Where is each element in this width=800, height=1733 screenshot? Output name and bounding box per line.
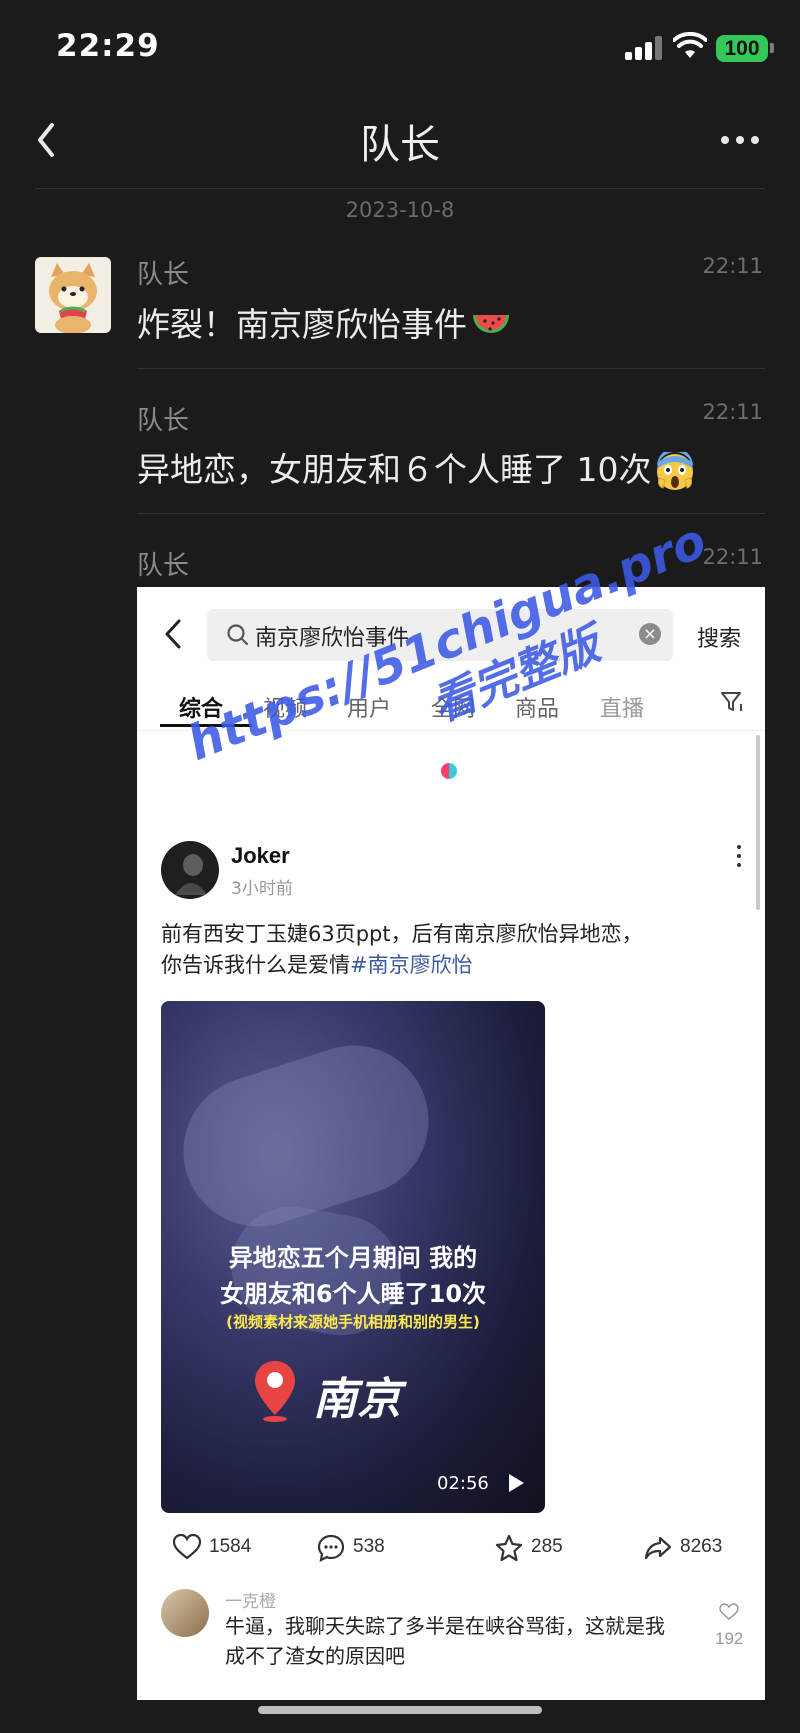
- more-options-icon[interactable]: [715, 130, 765, 150]
- chat-title: 队长: [360, 122, 440, 168]
- commenter-avatar: [161, 1589, 209, 1637]
- header-divider: [35, 188, 765, 189]
- message-text[interactable]: 异地恋，女朋友和６个人睡了 10次: [137, 443, 695, 492]
- message-time: 22:11: [702, 254, 763, 278]
- message-sender: 队长: [137, 551, 190, 581]
- message-text[interactable]: 炸裂！南京廖欣怡事件: [137, 298, 511, 346]
- comment-like-count: 192: [715, 1629, 744, 1648]
- filter-icon: [721, 692, 742, 711]
- tab-live: 直播: [600, 697, 645, 722]
- active-tab-underline: [160, 724, 252, 727]
- search-icon: [227, 624, 249, 646]
- comment-heart-icon: [719, 1603, 739, 1620]
- video-duration: 02:56: [437, 1473, 489, 1494]
- status-bar: 22:29 100: [0, 0, 800, 100]
- video-caption-note: (视频素材来源她手机相册和别的男生): [226, 1313, 480, 1331]
- shiba-avatar-icon: [49, 263, 97, 333]
- chat-header: 队长: [0, 100, 800, 190]
- date-separator: 2023-10-8: [345, 198, 455, 222]
- cellular-signal-icon: [625, 36, 663, 60]
- loading-spinner-icon: [441, 763, 457, 779]
- comment-icon: [317, 1534, 345, 1562]
- message-time: 22:11: [702, 545, 763, 569]
- status-time: 22:29: [56, 28, 160, 64]
- star-icon: [495, 1534, 523, 1562]
- home-indicator[interactable]: [258, 1706, 542, 1714]
- post-author-name: Joker: [231, 843, 290, 868]
- post-author-avatar: [161, 841, 219, 899]
- share-count: 8263: [680, 1536, 723, 1557]
- clear-icon: ×: [639, 623, 661, 645]
- video-caption-line2: 女朋友和6个人睡了10次: [219, 1280, 487, 1308]
- message-sender: 队长: [137, 260, 190, 290]
- location-pin-icon: [255, 1361, 295, 1422]
- post-more-icon: [735, 845, 743, 869]
- image-message[interactable]: 南京廖欣怡事件 × 搜索 综合 视频 用户 全网 商品 直播 Joker 3小时…: [137, 587, 765, 1700]
- heart-icon: [172, 1533, 202, 1560]
- play-icon: [509, 1474, 524, 1492]
- post-time: 3小时前: [231, 879, 293, 899]
- search-query: 南京廖欣怡事件: [255, 626, 410, 651]
- message-time: 22:11: [702, 400, 763, 424]
- message-text-content: 异地恋，女朋友和６个人睡了 10次: [137, 450, 652, 489]
- post-hashtag: #南京廖欣怡: [350, 953, 473, 977]
- comment-count: 538: [353, 1536, 385, 1557]
- sender-avatar[interactable]: [35, 257, 111, 333]
- message-text-content: 炸裂！南京廖欣怡事件: [137, 305, 467, 344]
- tab-video: 视频: [263, 697, 308, 722]
- favorite-count: 285: [531, 1536, 563, 1557]
- video-city-label: 南京: [313, 1374, 401, 1425]
- search-back-icon: [165, 619, 181, 649]
- tab-users: 用户: [347, 697, 392, 722]
- share-icon: [644, 1536, 672, 1560]
- search-box: 南京廖欣怡事件 ×: [207, 609, 673, 661]
- video-thumbnail: 异地恋五个月期间 我的 女朋友和6个人睡了10次 (视频素材来源她手机相册和别的…: [161, 1001, 545, 1513]
- post-text: 前有西安丁玉婕63页ppt，后有南京廖欣怡异地恋，你告诉我什么是爱情#南京廖欣怡: [161, 919, 661, 981]
- screaming-face-icon: [657, 451, 694, 490]
- tab-comprehensive: 综合: [179, 697, 224, 722]
- video-caption-line1: 异地恋五个月期间 我的: [228, 1244, 478, 1272]
- tabs-divider: [137, 730, 765, 731]
- battery-cap: [770, 43, 774, 53]
- message-divider: [137, 368, 765, 369]
- watermelon-icon: [473, 314, 509, 333]
- search-button: 搜索: [697, 627, 742, 652]
- like-count: 1584: [209, 1536, 252, 1557]
- scrollbar: [756, 735, 760, 910]
- wifi-icon: [673, 32, 707, 58]
- battery-indicator: 100: [716, 35, 768, 62]
- tab-products: 商品: [515, 697, 560, 722]
- message-divider: [137, 513, 765, 514]
- tab-web: 全网: [431, 697, 476, 722]
- commenter-name: 一克橙: [225, 1592, 276, 1612]
- message-sender: 队长: [137, 406, 190, 436]
- comment-text: 牛逼，我聊天失踪了多半是在峡谷骂街，这就是我成不了渣女的原因吧: [225, 1614, 665, 1668]
